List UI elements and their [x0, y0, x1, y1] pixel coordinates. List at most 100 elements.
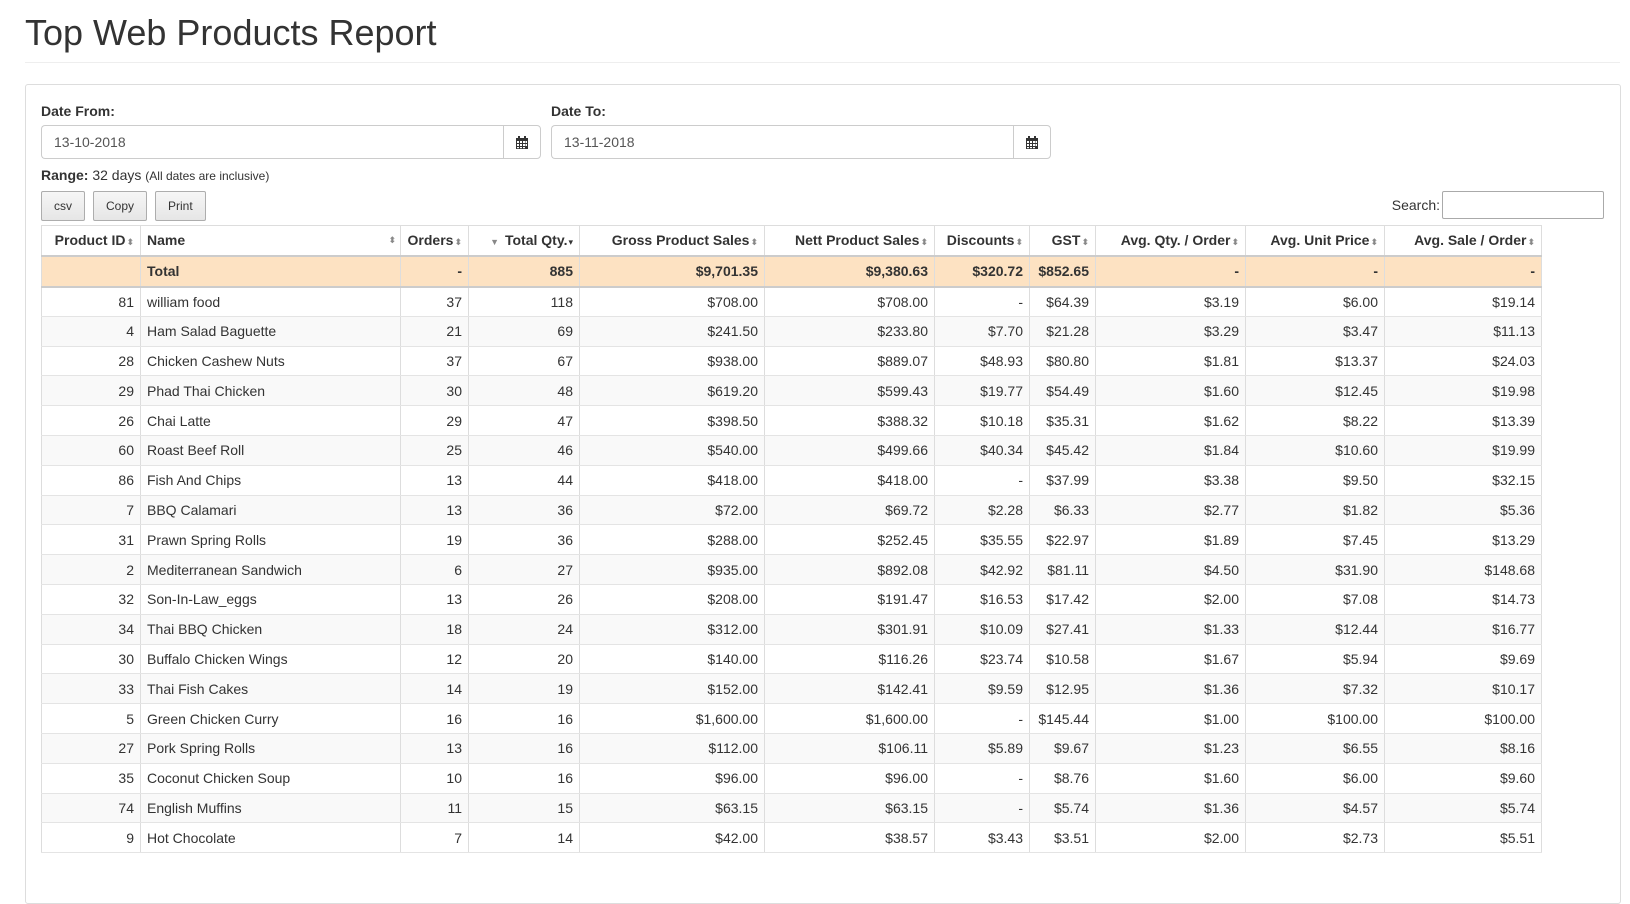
table-cell: $38.57	[764, 822, 935, 854]
table-cell: 118	[468, 286, 580, 317]
table-cell: Thai BBQ Chicken	[140, 614, 401, 645]
table-cell: $12.45	[1245, 375, 1385, 407]
table-cell: 6	[400, 554, 469, 585]
col-discounts[interactable]: Discounts⬍	[934, 225, 1030, 257]
sort-icon: ⬍	[920, 237, 928, 248]
search-input[interactable]	[1442, 191, 1604, 219]
table-cell: $708.00	[764, 286, 935, 317]
export-buttons: csv Copy Print	[41, 191, 206, 221]
table-cell: $1.82	[1245, 495, 1385, 526]
table-cell: $599.43	[764, 375, 935, 407]
table-cell: Hot Chocolate	[140, 822, 401, 854]
table-cell: Fish And Chips	[140, 465, 401, 496]
table-cell: 7	[41, 495, 141, 526]
table-cell: 28	[41, 346, 141, 377]
table-cell: $23.74	[934, 644, 1030, 675]
total-cell: 885	[468, 255, 580, 288]
table-cell: $5.51	[1384, 822, 1542, 854]
table-cell: $233.80	[764, 316, 935, 347]
table-cell: $1.36	[1095, 673, 1246, 705]
table-cell: 48	[468, 375, 580, 407]
date-from-calendar-button[interactable]	[503, 125, 541, 159]
table-cell: $6.55	[1245, 733, 1385, 764]
col-product-id[interactable]: Product ID⬍	[41, 225, 141, 257]
col-total-qty[interactable]: ▼ Total Qty.▾	[468, 225, 580, 257]
table-cell: 30	[400, 375, 469, 407]
col-avg-qty-order[interactable]: Avg. Qty. / Order⬍	[1095, 225, 1246, 257]
table-cell: $11.13	[1384, 316, 1542, 347]
copy-button[interactable]: Copy	[93, 191, 148, 221]
table-cell: $40.34	[934, 435, 1030, 466]
sort-icon: ⬍	[750, 237, 758, 248]
table-cell: Chai Latte	[140, 405, 401, 436]
table-cell: $288.00	[579, 524, 765, 556]
table-cell: 37	[400, 286, 469, 317]
table-cell: 26	[468, 584, 580, 615]
table-row: 7 BBQ Calamari 13 36 $72.00 $69.72 $2.28 $6.33 $…	[41, 495, 1542, 526]
table-cell: $6.00	[1245, 286, 1385, 317]
col-name[interactable]: Name ⬍	[140, 225, 401, 257]
table-cell: $19.98	[1384, 375, 1542, 407]
col-nett-sales[interactable]: Nett Product Sales⬍	[764, 225, 935, 257]
print-button[interactable]: Print	[155, 191, 206, 221]
table-cell: $8.76	[1029, 763, 1096, 794]
table-cell: $4.50	[1095, 554, 1246, 585]
table-cell: $938.00	[579, 346, 765, 377]
total-cell: -	[400, 255, 469, 288]
table-cell: $6.33	[1029, 495, 1096, 526]
table-cell: $892.08	[764, 554, 935, 585]
table-cell: 13	[400, 495, 469, 526]
col-orders[interactable]: Orders⬍	[400, 225, 469, 257]
table-cell: English Muffins	[140, 793, 401, 824]
date-from-input[interactable]	[41, 125, 503, 159]
page-title: Top Web Products Report	[25, 12, 437, 53]
table-cell: $935.00	[579, 554, 765, 585]
table-cell: 13	[400, 584, 469, 615]
table-cell: $31.90	[1245, 554, 1385, 585]
title-divider	[25, 62, 1620, 63]
table-row: 30 Buffalo Chicken Wings 12 20 $140.00 $116.2…	[41, 644, 1542, 675]
table-cell: $12.44	[1245, 614, 1385, 645]
date-to-calendar-button[interactable]	[1013, 125, 1051, 159]
col-avg-unit-price[interactable]: Avg. Unit Price⬍	[1245, 225, 1385, 257]
table-cell: BBQ Calamari	[140, 495, 401, 526]
table-cell: 29	[41, 375, 141, 407]
date-from-group: Date From:	[41, 103, 541, 159]
table-cell: $48.93	[934, 346, 1030, 377]
table-cell: -	[934, 703, 1030, 734]
date-to-input[interactable]	[551, 125, 1013, 159]
table-cell: $22.97	[1029, 524, 1096, 556]
table-cell: Chicken Cashew Nuts	[140, 346, 401, 377]
table-cell: $140.00	[579, 644, 765, 675]
table-cell: $16.77	[1384, 614, 1542, 645]
table-cell: $191.47	[764, 584, 935, 615]
table-cell: 29	[400, 405, 469, 436]
table-cell: 26	[41, 405, 141, 436]
col-gst[interactable]: GST⬍	[1029, 225, 1096, 257]
table-cell: $619.20	[579, 375, 765, 407]
table-cell: $2.00	[1095, 584, 1246, 615]
table-cell: Thai Fish Cakes	[140, 673, 401, 705]
table-row: 35 Coconut Chicken Soup 10 16 $96.00 $96.00- $…	[41, 763, 1542, 794]
table-cell: Coconut Chicken Soup	[140, 763, 401, 794]
col-gross-sales[interactable]: Gross Product Sales⬍	[579, 225, 765, 257]
total-cell: $9,380.63	[764, 255, 935, 288]
table-cell: $208.00	[579, 584, 765, 615]
csv-button[interactable]: csv	[41, 191, 85, 221]
col-avg-sale-order[interactable]: Avg. Sale / Order⬍	[1384, 225, 1542, 257]
table-cell: $96.00	[764, 763, 935, 794]
table-cell: $1.60	[1095, 763, 1246, 794]
table-cell: $64.39	[1029, 286, 1096, 317]
table-cell: 27	[468, 554, 580, 585]
total-row: Total - 885 $9,701.35 $9,380.63 $320.72 …	[41, 255, 1542, 288]
table-cell: $9.50	[1245, 465, 1385, 496]
table-cell: $2.77	[1095, 495, 1246, 526]
table-cell: $142.41	[764, 673, 935, 705]
table-cell: Buffalo Chicken Wings	[140, 644, 401, 675]
table-cell: $3.29	[1095, 316, 1246, 347]
table-cell: 67	[468, 346, 580, 377]
table-cell: $112.00	[579, 733, 765, 764]
table-cell: $10.60	[1245, 435, 1385, 466]
table-cell: $19.99	[1384, 435, 1542, 466]
table-cell: 19	[468, 673, 580, 705]
